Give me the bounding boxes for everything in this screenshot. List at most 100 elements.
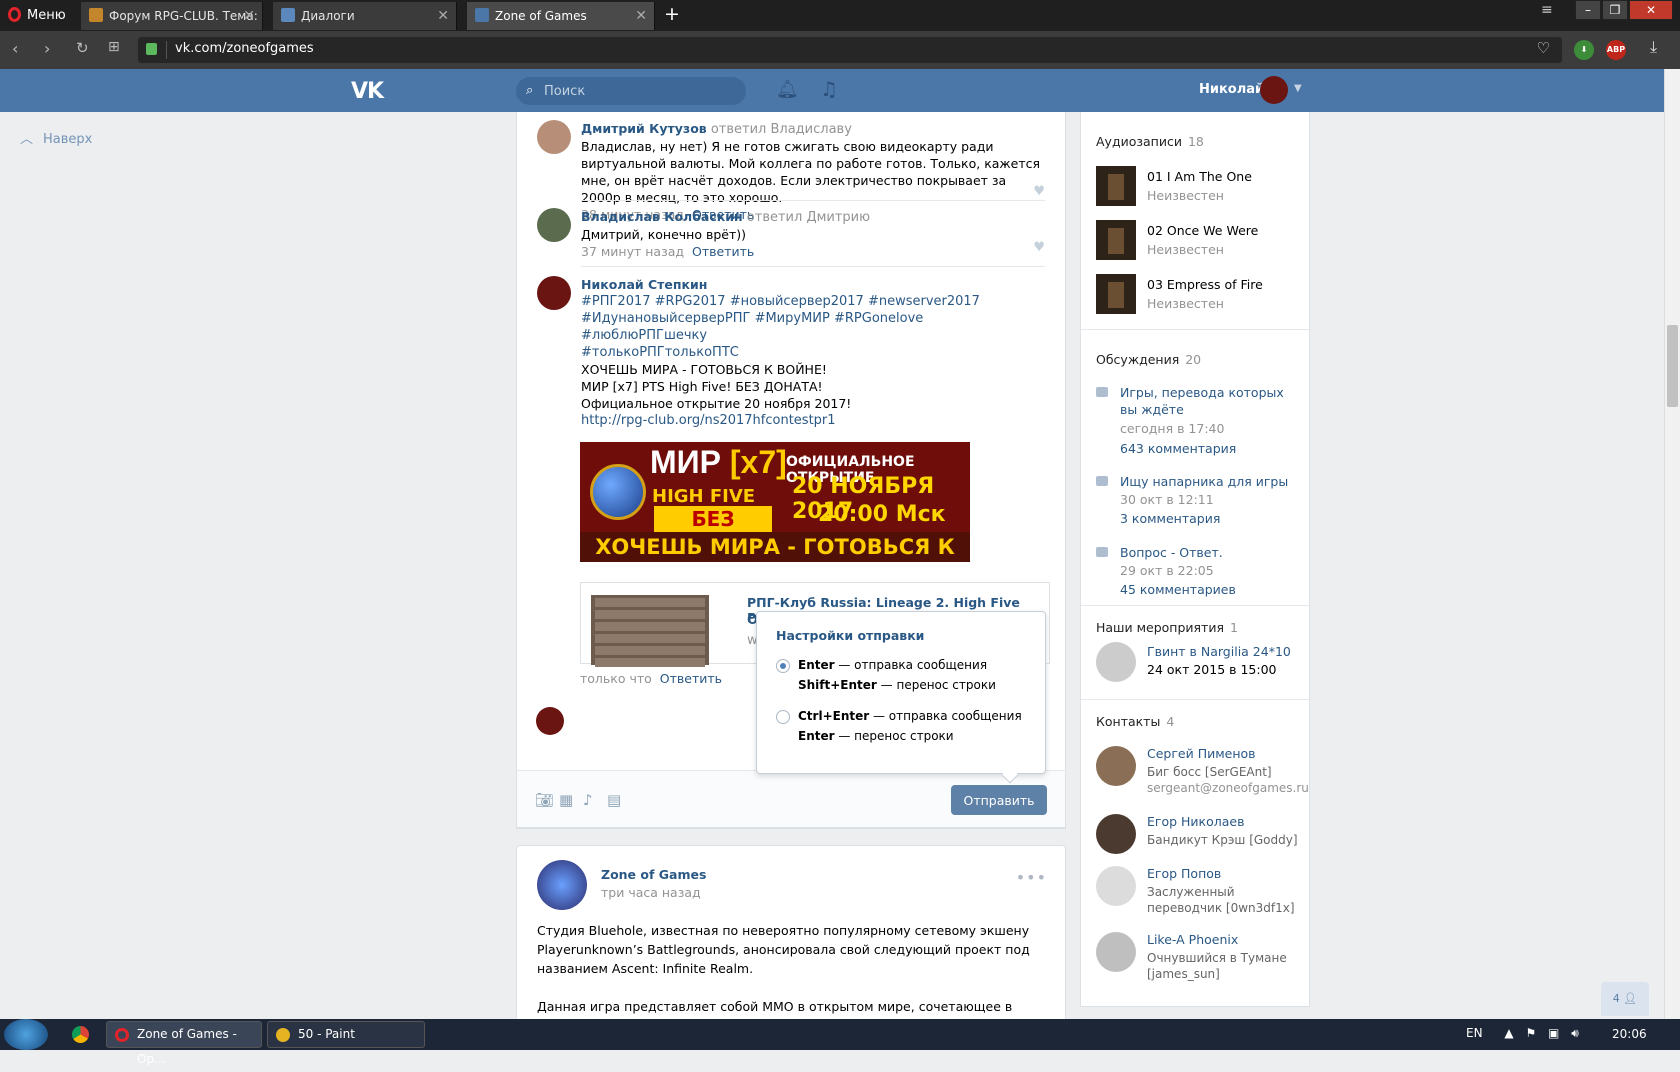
search-input[interactable] <box>544 81 734 101</box>
opera-menu-button[interactable]: Меню <box>8 7 66 23</box>
avatar[interactable] <box>1096 932 1136 972</box>
bookmark-heart-icon[interactable]: ♡ <box>1537 39 1550 57</box>
scrollbar[interactable] <box>1664 69 1680 1019</box>
comment-link[interactable]: http://rpg-club.org/ns2017hfcontestpr1 <box>581 412 1045 429</box>
tab-rpg-forum[interactable]: Форум RPG-CLUB. Тема: М ✕ <box>81 2 263 30</box>
minimize-button[interactable]: – <box>1575 0 1601 20</box>
vk-logo-icon[interactable]: VK <box>351 79 384 104</box>
topic-title[interactable]: Игры, перевода которых вы ждёте <box>1120 384 1300 418</box>
close-window-button[interactable]: ✕ <box>1629 0 1673 20</box>
chat-button[interactable]: 4 👤︎ <box>1601 982 1649 1016</box>
chevron-down-icon[interactable]: ▼ <box>1294 83 1302 94</box>
music-icon[interactable]: ♫ <box>820 77 838 101</box>
avatar[interactable] <box>537 208 571 242</box>
back-icon[interactable]: ‹ <box>12 39 18 58</box>
tab-dialogs[interactable]: Диалоги ✕ <box>273 2 457 30</box>
section-header[interactable]: Наши мероприятия 1 <box>1096 620 1238 635</box>
avatar[interactable] <box>1096 814 1136 854</box>
document-icon[interactable]: ▤ <box>607 791 621 809</box>
album-cover[interactable] <box>1096 274 1136 314</box>
section-header[interactable]: Обсуждения 20 <box>1096 352 1201 367</box>
maximize-button[interactable]: ❐ <box>1602 0 1628 20</box>
topic-title[interactable]: Вопрос - Ответ. <box>1120 544 1300 561</box>
avatar[interactable] <box>537 120 571 154</box>
comment-reply-to[interactable]: ответил Владиславу <box>711 122 852 137</box>
section-header[interactable]: Контакты 4 <box>1096 714 1174 729</box>
comment-reply-to[interactable]: ответил Дмитрию <box>747 210 870 225</box>
like-heart-icon[interactable]: ♥ <box>1033 184 1045 199</box>
comment-author[interactable]: Дмитрий Кутузов <box>581 121 707 136</box>
forward-icon[interactable]: › <box>44 39 50 58</box>
hashtags-line[interactable]: #толькоРПГтолькоПТС <box>581 344 1045 361</box>
contact-name[interactable]: Егор Попов <box>1147 866 1221 881</box>
audio-track[interactable]: 03 Empress of Fire Неизвестен <box>1096 274 1296 318</box>
comment-time[interactable]: 37 минут назад <box>581 244 684 259</box>
url-field[interactable]: vk.com/zoneofgames ♡ <box>138 37 1562 63</box>
reply-link[interactable]: Ответить <box>692 244 754 259</box>
avatar[interactable] <box>537 860 587 910</box>
avatar[interactable] <box>537 276 571 310</box>
more-options-icon[interactable]: ••• <box>1016 868 1047 887</box>
avatar[interactable] <box>1096 866 1136 906</box>
event-image[interactable] <box>1096 642 1136 682</box>
start-button[interactable] <box>4 1019 48 1050</box>
like-heart-icon[interactable]: ♥ <box>1033 240 1045 255</box>
topic-comments[interactable]: 45 комментариев <box>1120 582 1236 597</box>
event-title[interactable]: Гвинт в Nargilia 24*10 <box>1147 644 1291 659</box>
post-time[interactable]: три часа назад <box>601 885 701 900</box>
audio-track[interactable]: 01 I Am The One Неизвестен <box>1096 166 1296 210</box>
topic-title[interactable]: Ищу напарника для игры <box>1120 473 1300 490</box>
album-cover[interactable] <box>1096 220 1136 260</box>
send-button[interactable]: Отправить <box>951 785 1047 815</box>
reply-link[interactable]: Ответить <box>660 671 722 686</box>
comment-author[interactable]: Николай Степкин <box>581 276 1045 293</box>
topic-comments[interactable]: 643 комментария <box>1120 441 1236 456</box>
contact-name[interactable]: Сергей Пименов <box>1147 746 1256 761</box>
adblock-icon[interactable]: ABP <box>1606 40 1626 60</box>
reload-icon[interactable]: ↻ <box>76 39 89 57</box>
audio-track[interactable]: 02 Once We Were Неизвестен <box>1096 220 1296 264</box>
contact-name[interactable]: Like-A Phoenix <box>1147 932 1238 947</box>
close-tab-icon[interactable]: ✕ <box>635 2 647 30</box>
video-icon[interactable]: ▦ <box>559 791 573 809</box>
post-author[interactable]: Zone of Games <box>601 867 706 882</box>
back-to-top-link[interactable]: ︿ Наверх <box>20 128 102 147</box>
taskbar-app-opera[interactable]: Zone of Games - Op... <box>106 1021 262 1066</box>
radio-checked-icon[interactable] <box>776 659 790 673</box>
comment-author[interactable]: Владислав Колбаскин <box>581 209 743 224</box>
send-option-ctrl-enter[interactable]: Ctrl+Enter — отправка сообщения Enter — … <box>776 706 1026 746</box>
search-box[interactable]: ⌕ <box>516 77 746 105</box>
camera-icon[interactable]: 📷︎ <box>535 791 554 809</box>
tab-zone-of-games[interactable]: Zone of Games ✕ <box>467 2 655 30</box>
scrollbar-thumb[interactable] <box>1667 325 1678 407</box>
album-cover[interactable] <box>1096 166 1136 206</box>
speed-dial-icon[interactable]: ⊞ <box>108 39 120 55</box>
taskbar-app-paint[interactable]: 50 - Paint <box>267 1021 425 1048</box>
clock[interactable]: 20:06 <box>1612 1027 1647 1041</box>
flag-icon[interactable]: ⚑ <box>1525 1026 1536 1040</box>
tray-arrow-icon[interactable]: ▲ <box>1504 1026 1513 1040</box>
avatar[interactable] <box>1096 746 1136 786</box>
notifications-bell-icon[interactable]: 🔔︎ <box>776 79 799 100</box>
audio-note-icon[interactable]: ♪ <box>583 791 593 809</box>
download-arrow-icon[interactable]: ⬇ <box>1574 40 1594 60</box>
send-option-enter[interactable]: Enter — отправка сообщения Shift+Enter —… <box>776 655 1026 695</box>
comment-time[interactable]: только что <box>580 671 652 686</box>
section-header[interactable]: Аудиозаписи 18 <box>1096 134 1204 149</box>
radio-unchecked-icon[interactable] <box>776 710 790 724</box>
close-tab-icon[interactable]: ✕ <box>437 2 449 30</box>
tab-menu-icon[interactable]: ≡ <box>1541 2 1553 18</box>
promo-banner-image[interactable]: МИР [x7] ОФИЦИАЛЬНОЕ ОТКРЫТИЕ 20 НОЯБРЯ … <box>580 442 970 562</box>
close-tab-icon[interactable]: ✕ <box>243 2 255 30</box>
chrome-icon[interactable] <box>72 1026 89 1043</box>
user-avatar[interactable] <box>1260 76 1288 104</box>
topic-comments[interactable]: 3 комментария <box>1120 511 1220 526</box>
network-icon[interactable]: ▣ <box>1548 1026 1559 1040</box>
user-name[interactable]: Николай <box>1199 82 1264 97</box>
language-indicator[interactable]: EN <box>1466 1026 1483 1040</box>
new-tab-plus-icon[interactable]: + <box>664 3 680 25</box>
contact-name[interactable]: Егор Николаев <box>1147 814 1244 829</box>
downloads-icon[interactable]: ⤓ <box>1650 37 1657 57</box>
hashtags-line[interactable]: #РПГ2017 #RPG2017 #новыйсервер2017 #news… <box>581 293 1045 310</box>
hashtags-line[interactable]: #ИдунановыйсерверРПГ #МируМИР #RPGonelov… <box>581 310 1045 344</box>
